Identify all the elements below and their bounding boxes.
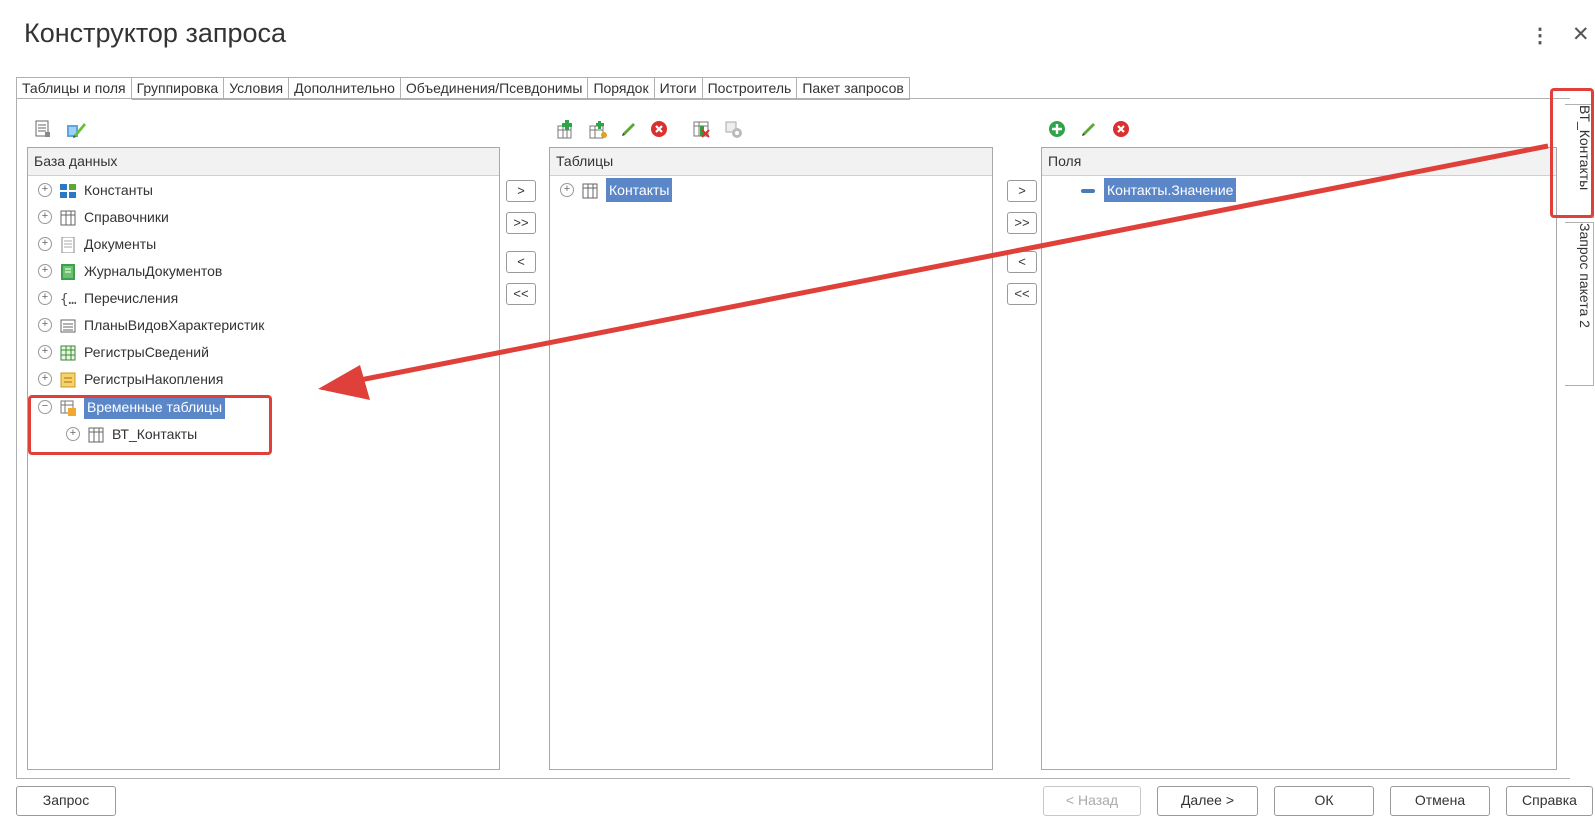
back-button[interactable]: < Назад	[1043, 786, 1141, 816]
cancel-button[interactable]: Отмена	[1390, 786, 1490, 816]
next-button[interactable]: Далее >	[1157, 786, 1258, 816]
annotation-arrow-head	[318, 365, 370, 400]
help-button[interactable]: Справка	[1506, 786, 1593, 816]
ok-button[interactable]: ОК	[1274, 786, 1374, 816]
query-button[interactable]: Запрос	[16, 786, 116, 816]
annotation-arrow	[318, 143, 1549, 400]
annotation-arrow-line	[344, 143, 1549, 386]
